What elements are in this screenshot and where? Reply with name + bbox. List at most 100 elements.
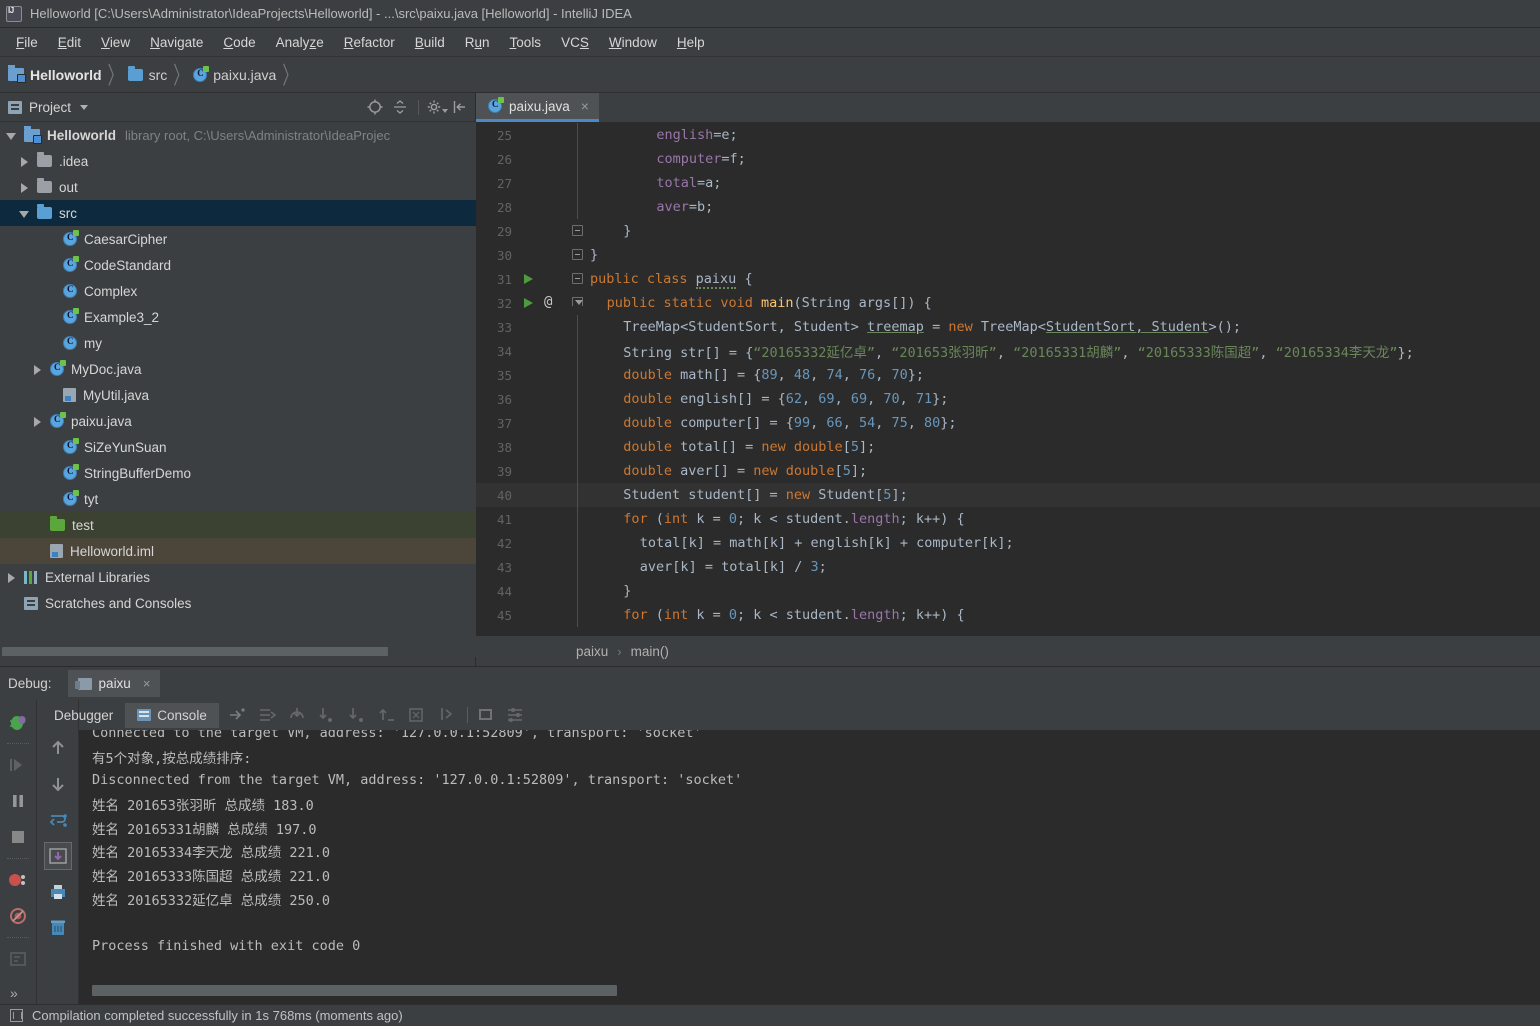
- gutter-markers[interactable]: [518, 459, 564, 483]
- resume-program-icon[interactable]: [5, 752, 31, 778]
- menu-item-edit[interactable]: Edit: [48, 32, 91, 53]
- code-editor-content[interactable]: 25 english=e; 26 computer=f; 27 total=a; 28 ave…: [476, 123, 1540, 635]
- code-line-40[interactable]: 40 Student student[] = new Student[5];: [476, 483, 1540, 507]
- fold-gutter[interactable]: [564, 315, 588, 339]
- tree-toggle-closed-icon[interactable]: [30, 362, 45, 377]
- tree-item-out[interactable]: out: [0, 174, 476, 200]
- gutter-markers[interactable]: [518, 411, 564, 435]
- project-tree[interactable]: Helloworld library root, C:\Users\Adminis…: [0, 122, 476, 649]
- menu-item-navigate[interactable]: Navigate: [140, 32, 213, 53]
- gutter-markers[interactable]: [518, 435, 564, 459]
- breadcrumb-method[interactable]: main(): [631, 644, 669, 659]
- annotation-gutter-icon[interactable]: @: [544, 294, 552, 310]
- close-icon[interactable]: ×: [581, 98, 589, 114]
- gutter-markers[interactable]: [518, 123, 564, 147]
- fold-gutter[interactable]: [564, 171, 588, 195]
- code-line-43[interactable]: 43 aver[k] = total[k] / 3;: [476, 555, 1540, 579]
- menu-item-vcs[interactable]: VCS: [551, 32, 599, 53]
- fold-gutter[interactable]: [564, 579, 588, 603]
- gutter-markers[interactable]: [518, 339, 564, 363]
- breadcrumb-paixu-java[interactable]: paixu.java: [193, 65, 278, 83]
- gutter-markers[interactable]: [518, 267, 564, 291]
- debug-tab-debugger[interactable]: Debugger: [42, 703, 125, 728]
- code-line-25[interactable]: 25 english=e;: [476, 123, 1540, 147]
- code-line-32[interactable]: 32 @ public static void main(String args[]…: [476, 291, 1540, 315]
- code-line-27[interactable]: 27 total=a;: [476, 171, 1540, 195]
- tree-item-mydoc-java[interactable]: MyDoc.java: [0, 356, 476, 382]
- fold-gutter[interactable]: [564, 531, 588, 555]
- code-line-37[interactable]: 37 double computer[] = {99, 66, 54, 75, 8…: [476, 411, 1540, 435]
- menu-item-run[interactable]: Run: [455, 32, 500, 53]
- pin-tab-icon[interactable]: [225, 704, 249, 726]
- restore-layout-icon[interactable]: [5, 946, 31, 972]
- fold-arrow-icon[interactable]: [572, 297, 583, 306]
- fold-gutter[interactable]: [564, 243, 588, 267]
- fold-gutter[interactable]: [564, 411, 588, 435]
- tree-toggle-closed-icon[interactable]: [30, 414, 45, 429]
- tree-item-external-libraries[interactable]: External Libraries: [0, 564, 476, 590]
- gutter-markers[interactable]: [518, 387, 564, 411]
- fold-gutter[interactable]: [564, 603, 588, 627]
- debug-bug-icon[interactable]: [5, 709, 31, 735]
- fold-gutter[interactable]: [564, 267, 588, 291]
- menu-item-view[interactable]: View: [91, 32, 140, 53]
- project-horizontal-scrollbar[interactable]: [0, 646, 476, 657]
- debug-session-tab[interactable]: paixu ×: [67, 670, 161, 697]
- tree-item--idea[interactable]: .idea: [0, 148, 476, 174]
- tree-toggle-closed-icon[interactable]: [17, 154, 32, 169]
- menu-item-refactor[interactable]: Refactor: [334, 32, 405, 53]
- mute-breakpoints-icon[interactable]: [5, 903, 31, 929]
- tree-item-my[interactable]: my: [0, 330, 476, 356]
- locate-icon[interactable]: [366, 98, 384, 116]
- code-line-33[interactable]: 33 TreeMap<StudentSort, Student> treemap …: [476, 315, 1540, 339]
- editor-tab-paixu-java[interactable]: paixu.java ×: [476, 93, 599, 122]
- fold-gutter[interactable]: [564, 483, 588, 507]
- gutter-markers[interactable]: [518, 579, 564, 603]
- fold-gutter[interactable]: [564, 291, 588, 315]
- trace-over-icon[interactable]: [255, 704, 279, 726]
- code-line-41[interactable]: 41 for (int k = 0; k < student.length; k+…: [476, 507, 1540, 531]
- fold-gutter[interactable]: [564, 363, 588, 387]
- run-gutter-icon[interactable]: [524, 298, 533, 308]
- code-line-26[interactable]: 26 computer=f;: [476, 147, 1540, 171]
- menu-item-code[interactable]: Code: [213, 32, 265, 53]
- tree-item-paixu-java[interactable]: paixu.java: [0, 408, 476, 434]
- collapse-all-icon[interactable]: [391, 98, 409, 116]
- breadcrumb-class[interactable]: paixu: [576, 644, 608, 659]
- menu-item-file[interactable]: File: [6, 32, 48, 53]
- fold-end-icon[interactable]: [572, 225, 583, 236]
- chevron-down-icon[interactable]: [80, 104, 89, 110]
- fold-gutter[interactable]: [564, 219, 588, 243]
- fold-gutter[interactable]: [564, 507, 588, 531]
- soft-wrap-icon[interactable]: [45, 807, 71, 833]
- fold-gutter[interactable]: [564, 459, 588, 483]
- step-out-icon[interactable]: [375, 704, 399, 726]
- gutter-markers[interactable]: [518, 507, 564, 531]
- fold-gutter[interactable]: [564, 387, 588, 411]
- menu-item-window[interactable]: Window: [599, 32, 667, 53]
- print-icon[interactable]: [45, 879, 71, 905]
- code-line-45[interactable]: 45 for (int k = 0; k < student.length; k+…: [476, 603, 1540, 627]
- run-gutter-icon[interactable]: [524, 274, 533, 284]
- tree-item-myutil-java[interactable]: MyUtil.java: [0, 382, 476, 408]
- tree-item-caesarcipher[interactable]: CaesarCipher: [0, 226, 476, 252]
- fold-gutter[interactable]: [564, 555, 588, 579]
- evaluate-expression-icon[interactable]: [474, 704, 498, 726]
- gutter-markers[interactable]: [518, 555, 564, 579]
- scroll-up-icon[interactable]: [45, 735, 71, 761]
- project-scrollbar-thumb[interactable]: [2, 647, 388, 656]
- console-scrollbar-thumb[interactable]: [92, 985, 617, 996]
- menu-item-build[interactable]: Build: [405, 32, 455, 53]
- scroll-to-end-icon[interactable]: [44, 842, 72, 870]
- settings-gear-icon[interactable]: [426, 98, 448, 116]
- code-line-31[interactable]: 31 public class paixu {: [476, 267, 1540, 291]
- tree-item-stringbufferdemo[interactable]: StringBufferDemo: [0, 460, 476, 486]
- code-line-42[interactable]: 42 total[k] = math[k] + english[k] + comp…: [476, 531, 1540, 555]
- code-line-34[interactable]: 34 String str[] = {“20165332延亿卓”, “201653…: [476, 339, 1540, 363]
- fold-gutter[interactable]: [564, 435, 588, 459]
- tree-item-complex[interactable]: Complex: [0, 278, 476, 304]
- gutter-markers[interactable]: [518, 147, 564, 171]
- gutter-markers[interactable]: [518, 243, 564, 267]
- menu-item-analyze[interactable]: Analyze: [266, 32, 334, 53]
- step-over-icon[interactable]: [285, 704, 309, 726]
